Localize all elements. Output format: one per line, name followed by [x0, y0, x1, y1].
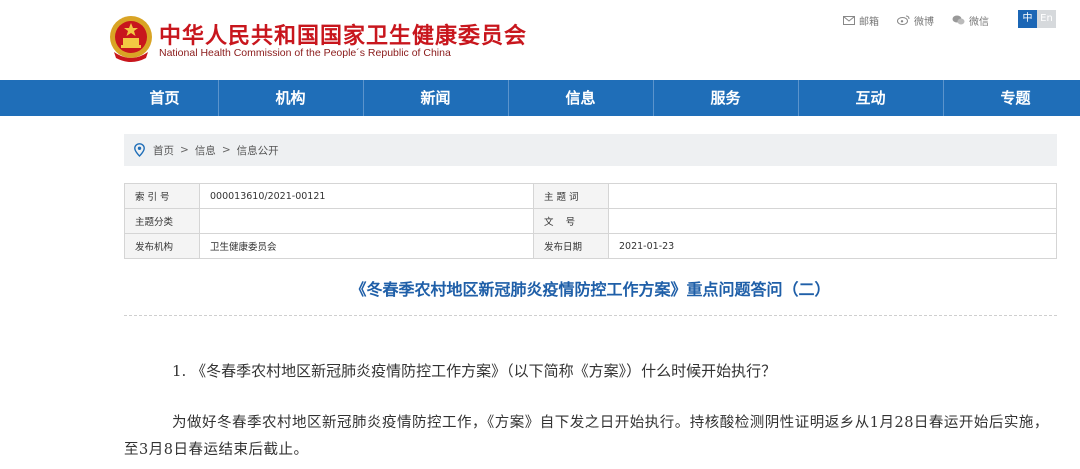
breadcrumb: 首页 > 信息 > 信息公开	[124, 134, 1057, 166]
national-emblem-icon[interactable]	[108, 14, 154, 62]
breadcrumb-home[interactable]: 首页	[153, 143, 174, 158]
mail-link-label: 邮箱	[859, 16, 879, 28]
question-heading: 1. 《冬春季农村地区新冠肺炎疫情防控工作方案》（以下简称《方案》）什么时候开始…	[172, 362, 777, 380]
site-header: 中华人民共和国国家卫生健康委员会 National Health Commiss…	[0, 0, 1080, 80]
issuer-label: 发布机构	[124, 233, 200, 259]
weibo-icon	[897, 15, 910, 25]
nav-item-topics[interactable]: 专题	[944, 80, 1080, 116]
nav-item-organization[interactable]: 机构	[219, 80, 362, 116]
article-title: 《冬春季农村地区新冠肺炎疫情防控工作方案》重点问题答问（二）	[350, 280, 831, 299]
nav-item-information[interactable]: 信息	[509, 80, 652, 116]
nav-item-news[interactable]: 新闻	[364, 80, 507, 116]
publish-date-label: 发布日期	[533, 233, 609, 259]
document-meta-table: 索 引 号 000013610/2021-00121 主 题 词 主题分类 文 …	[124, 183, 1057, 259]
table-row: 主题分类 文 号	[124, 208, 1057, 234]
weibo-link-label: 微博	[914, 16, 934, 28]
index-label: 索 引 号	[124, 183, 200, 209]
publish-date-value: 2021-01-23	[608, 233, 1057, 259]
title-divider	[124, 315, 1057, 316]
subject-word-value	[608, 183, 1057, 209]
nav-item-interaction[interactable]: 互动	[799, 80, 942, 116]
table-row: 发布机构 卫生健康委员会 发布日期 2021-01-23	[124, 233, 1057, 259]
nav-item-services[interactable]: 服务	[654, 80, 797, 116]
top-links: 邮箱 微博 微信	[843, 12, 1007, 28]
breadcrumb-separator: >	[221, 144, 231, 156]
language-switch: 中 En	[1018, 10, 1056, 28]
index-value: 000013610/2021-00121	[199, 183, 534, 209]
category-value	[199, 208, 534, 234]
weibo-link[interactable]: 微博	[897, 13, 934, 28]
answer-paragraph: 为做好冬春季农村地区新冠肺炎疫情防控工作，《方案》自下发之日开始执行。持核酸检测…	[124, 415, 1049, 458]
location-pin-icon	[134, 143, 145, 157]
breadcrumb-separator: >	[180, 144, 189, 156]
main-nav: 首页 机构 新闻 信息 服务 互动 专题	[0, 80, 1080, 116]
table-row: 索 引 号 000013610/2021-00121 主 题 词	[124, 183, 1057, 209]
breadcrumb-disclosure[interactable]: 信息公开	[237, 143, 279, 158]
mail-link[interactable]: 邮箱	[843, 13, 879, 28]
breadcrumb-information[interactable]: 信息	[195, 143, 216, 158]
wechat-icon	[952, 15, 965, 25]
doc-number-label: 文 号	[533, 208, 609, 234]
wechat-link-label: 微信	[969, 16, 989, 28]
site-subtitle: National Health Commission of the People…	[159, 47, 451, 59]
lang-zh-button[interactable]: 中	[1018, 10, 1037, 28]
lang-en-button[interactable]: En	[1037, 10, 1056, 28]
mail-icon	[843, 15, 855, 25]
nav-item-home[interactable]: 首页	[93, 80, 236, 116]
subject-word-label: 主 题 词	[533, 183, 609, 209]
doc-number-value	[608, 208, 1057, 234]
issuer-value: 卫生健康委员会	[199, 233, 534, 259]
site-title[interactable]: 中华人民共和国国家卫生健康委员会	[159, 18, 527, 50]
category-label: 主题分类	[124, 208, 200, 234]
wechat-link[interactable]: 微信	[952, 13, 989, 28]
